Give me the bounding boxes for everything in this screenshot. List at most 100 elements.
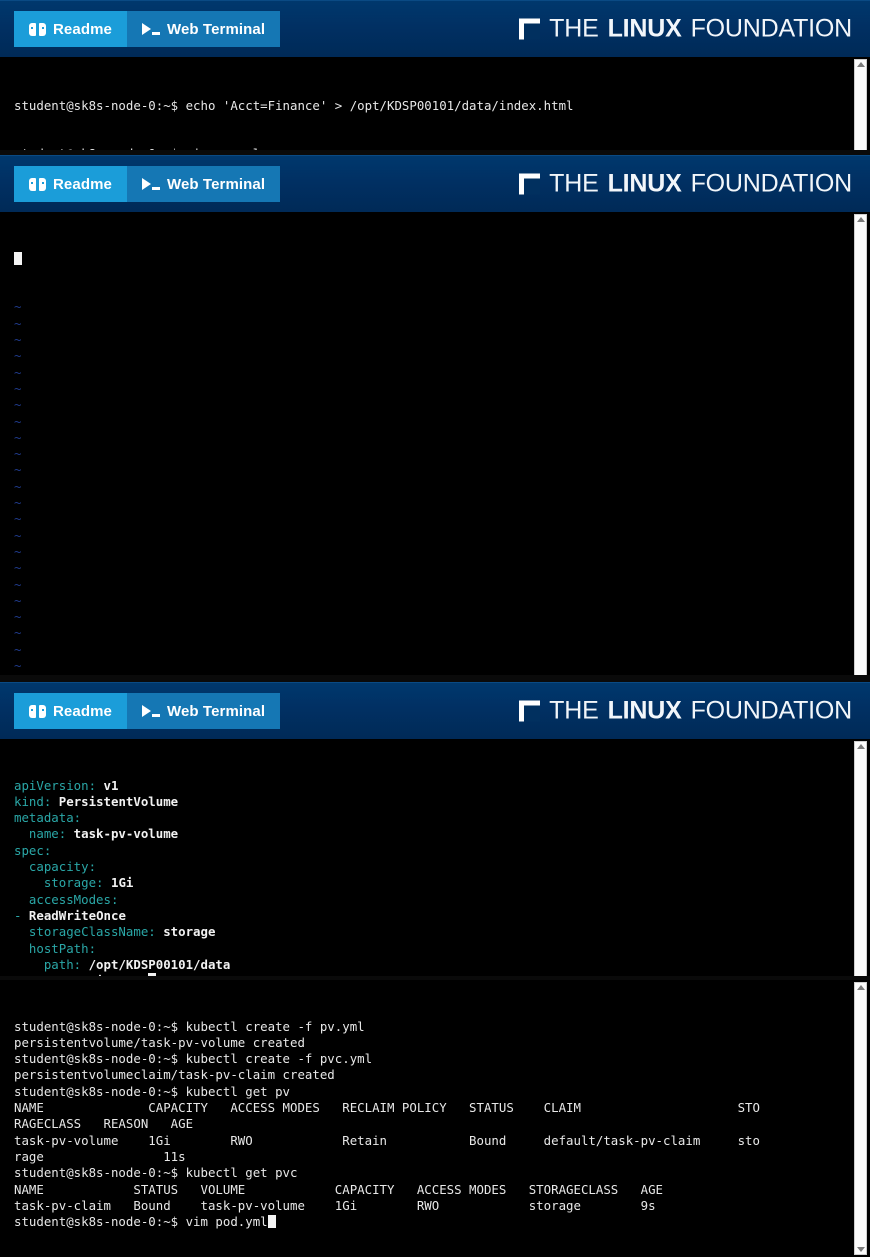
scrollbar-3[interactable] bbox=[854, 741, 867, 976]
yaml-value: storage bbox=[155, 924, 216, 940]
vim-editor-empty[interactable]: ~~~~~~~~~~~~~~~~~~~~~~~~~ -- INSERT -- 0… bbox=[0, 212, 870, 675]
linux-foundation-logo: THE LINUX FOUNDATION bbox=[519, 170, 852, 199]
vim-cursor-line bbox=[14, 251, 870, 267]
terminal-cursor bbox=[267, 1215, 276, 1229]
logo-the: THE bbox=[549, 696, 599, 725]
logo-foundation: FOUNDATION bbox=[690, 169, 853, 198]
tab-web-terminal[interactable]: Web Terminal bbox=[126, 166, 281, 202]
terminal-panel-2: Readme Web Terminal THE LINUX FOUNDATION… bbox=[0, 155, 870, 675]
vim-tilde: ~ bbox=[14, 543, 22, 559]
vim-tilde: ~ bbox=[14, 511, 22, 527]
tab-web-terminal-label: Web Terminal bbox=[166, 702, 266, 720]
tab-bar-2: Readme Web Terminal bbox=[14, 166, 281, 202]
yaml-line: - ReadWriteOnce bbox=[14, 908, 870, 924]
vim-tilde: ~ bbox=[14, 299, 22, 315]
yaml-key: storage: bbox=[14, 875, 104, 891]
scroll-down-arrow-icon[interactable] bbox=[856, 1247, 865, 1252]
vim-tilde: ~ bbox=[14, 674, 870, 675]
scroll-up-arrow-icon[interactable] bbox=[856, 744, 865, 749]
scroll-up-arrow-icon[interactable] bbox=[856, 985, 865, 990]
vim-tilde: ~ bbox=[14, 364, 22, 380]
terminal-line: RAGECLASS REASON AGE bbox=[14, 1116, 194, 1132]
scrollbar-2[interactable] bbox=[854, 214, 867, 675]
lf-header-3: Readme Web Terminal THE LINUX FOUNDATION bbox=[0, 682, 870, 739]
tab-readme[interactable]: Readme bbox=[14, 166, 127, 202]
vim-tilde: ~ bbox=[14, 462, 22, 478]
vim-tilde: ~ bbox=[14, 332, 22, 348]
scrollbar-4[interactable] bbox=[854, 982, 867, 1255]
logo-the: THE bbox=[549, 14, 599, 43]
lf-header-1: Readme Web Terminal THE LINUX FOUNDATION bbox=[0, 0, 870, 57]
vim-tilde: ~ bbox=[14, 429, 22, 445]
tab-readme-label: Readme bbox=[53, 175, 112, 193]
yaml-key: type: bbox=[14, 973, 81, 976]
terminal-panel-1: Readme Web Terminal THE LINUX FOUNDATION… bbox=[0, 0, 870, 150]
yaml-key: capacity: bbox=[14, 859, 97, 875]
tab-web-terminal[interactable]: Web Terminal bbox=[126, 11, 281, 47]
logo-foundation: FOUNDATION bbox=[690, 14, 853, 43]
logo-linux: LINUX bbox=[607, 169, 682, 198]
scroll-up-arrow-icon[interactable] bbox=[856, 62, 865, 67]
terminal-line: task-pv-claim Bound task-pv-volume 1Gi R… bbox=[14, 1197, 656, 1213]
terminal-line: NAME CAPACITY ACCESS MODES RECLAIM POLIC… bbox=[14, 1100, 760, 1116]
yaml-line: path: /opt/KDSP00101/data bbox=[14, 957, 870, 973]
book-icon bbox=[29, 704, 46, 718]
yaml-key: path: bbox=[14, 956, 82, 972]
yaml-key: accessModes: bbox=[14, 891, 119, 907]
vim-tilde: ~ bbox=[14, 576, 22, 592]
terminal-line: student@sk8s-node-0:~$ kubectl get pvc bbox=[14, 1165, 298, 1181]
vim-tilde: ~ bbox=[14, 478, 22, 494]
terminal-panel-4: student@sk8s-node-0:~$ kubectl create -f… bbox=[0, 980, 870, 1257]
yaml-line: storageClassName: storage bbox=[14, 924, 870, 940]
linux-foundation-mark-icon bbox=[519, 18, 541, 40]
yaml-content: apiVersion: v1 kind: PersistentVolume meta… bbox=[14, 778, 870, 976]
vim-tilde: ~ bbox=[14, 413, 22, 429]
yaml-value: /opt/KDSP00101/data bbox=[81, 956, 231, 972]
yaml-line: kind: PersistentVolume bbox=[14, 794, 870, 810]
tab-bar-1: Readme Web Terminal bbox=[14, 11, 281, 47]
tab-readme-label: Readme bbox=[53, 20, 112, 38]
vim-tilde: ~ bbox=[14, 495, 22, 511]
terminal-line: NAME STATUS VOLUME CAPACITY ACCESS MODES… bbox=[14, 1181, 664, 1197]
terminal-output-1[interactable]: student@sk8s-node-0:~$ echo 'Acct=Financ… bbox=[0, 57, 870, 150]
vim-tilde: ~ bbox=[14, 609, 22, 625]
terminal-line: student@sk8s-node-0:~$ kubectl create -f… bbox=[14, 1018, 365, 1034]
logo-linux: LINUX bbox=[607, 696, 682, 725]
logo-the: THE bbox=[549, 169, 599, 198]
yaml-key: storageClassName: bbox=[14, 924, 156, 940]
vim-tilde: ~ bbox=[14, 397, 22, 413]
yaml-line: name: task-pv-volume bbox=[14, 826, 870, 842]
yaml-value: v1 bbox=[96, 777, 119, 793]
yaml-line: capacity: bbox=[14, 859, 870, 875]
terminal-output-4[interactable]: student@sk8s-node-0:~$ kubectl create -f… bbox=[0, 980, 870, 1257]
terminal-prompt-icon bbox=[141, 22, 160, 36]
yaml-value: Director bbox=[81, 973, 149, 976]
yaml-key: metadata: bbox=[14, 810, 82, 826]
vim-tilde: ~ bbox=[14, 560, 22, 576]
tab-readme[interactable]: Readme bbox=[14, 11, 127, 47]
tab-web-terminal-label: Web Terminal bbox=[166, 20, 266, 38]
tab-readme[interactable]: Readme bbox=[14, 693, 127, 729]
terminal-line: student@sk8s-node-0:~$ echo 'Acct=Financ… bbox=[14, 97, 574, 113]
vim-tilde: ~ bbox=[14, 348, 22, 364]
terminal-line: student@sk8s-node-0:~$ vim pod.yml bbox=[14, 1214, 870, 1230]
kubectl-output: student@sk8s-node-0:~$ kubectl create -f… bbox=[14, 1019, 870, 1231]
scrollbar-1[interactable] bbox=[854, 59, 867, 150]
terminal-line: rage 11s bbox=[14, 1148, 186, 1164]
logo-linux: LINUX bbox=[607, 14, 682, 43]
vim-editor-yaml[interactable]: apiVersion: v1 kind: PersistentVolume meta… bbox=[0, 739, 870, 976]
vim-tilde: ~ bbox=[14, 625, 22, 641]
terminal-panel-3: Readme Web Terminal THE LINUX FOUNDATION… bbox=[0, 682, 870, 976]
book-icon bbox=[29, 22, 46, 36]
linux-foundation-logo: THE LINUX FOUNDATION bbox=[519, 697, 852, 726]
tab-web-terminal[interactable]: Web Terminal bbox=[126, 693, 281, 729]
yaml-line: apiVersion: v1 bbox=[14, 778, 870, 794]
yaml-key: hostPath: bbox=[14, 940, 97, 956]
yaml-key: spec: bbox=[14, 842, 52, 858]
vim-tilde: ~ bbox=[14, 315, 22, 331]
scroll-up-arrow-icon[interactable] bbox=[856, 217, 865, 222]
tab-web-terminal-label: Web Terminal bbox=[166, 175, 266, 193]
terminal-line: persistentvolumeclaim/task-pv-claim crea… bbox=[14, 1067, 335, 1083]
vim-tilde: ~ bbox=[14, 380, 22, 396]
yaml-value: 1Gi bbox=[103, 875, 134, 891]
